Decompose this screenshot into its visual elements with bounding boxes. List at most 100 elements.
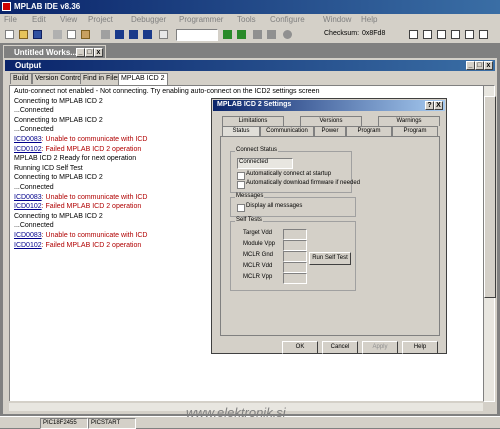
menu-item-file[interactable]: File (4, 15, 17, 24)
help-icon[interactable] (158, 29, 169, 40)
tab-program[interactable]: Program (346, 126, 392, 136)
output-line-text: Running ICD Self Test (14, 164, 83, 172)
menu-item-debugger[interactable]: Debugger (131, 15, 166, 24)
tab-power[interactable]: Power (314, 126, 346, 136)
self-test-label: MCLR Vdd (243, 263, 273, 269)
menu-item-configure[interactable]: Configure (270, 15, 305, 24)
open-icon[interactable] (18, 29, 29, 40)
self-test-label: Module Vpp (243, 241, 276, 247)
auto-download-checkbox[interactable] (237, 181, 245, 189)
error-code-link[interactable]: ICD0083 (14, 136, 42, 143)
output-line-text: MPLAB ICD 2 Ready for next operation (14, 155, 137, 163)
output-line-text: : Failed MPLAB ICD 2 operation (41, 241, 142, 249)
tab-communication[interactable]: Communication (260, 126, 314, 136)
window-close-all-icon[interactable] (478, 29, 489, 40)
self-test-result (283, 229, 307, 240)
window-tile-icon[interactable] (408, 29, 419, 40)
help-button[interactable]: Help (402, 341, 438, 354)
workspace-maximize-button[interactable]: □ (85, 48, 94, 57)
output-minimize-button[interactable]: _ (466, 61, 475, 70)
config-combo[interactable] (176, 29, 218, 41)
paste-icon[interactable] (80, 29, 91, 40)
messages-label: Messages (235, 193, 265, 199)
error-code-link[interactable]: ICD0083 (14, 194, 42, 201)
workspace-window[interactable]: Untitled Works... _ □ x (3, 45, 106, 59)
output-line: MPLAB ICD 2 Ready for next operation (14, 155, 136, 162)
save-icon[interactable] (32, 29, 43, 40)
menu-item-help[interactable]: Help (361, 15, 377, 24)
output-vertical-scrollbar[interactable] (483, 85, 496, 402)
tab-version-control[interactable]: Version Control (32, 73, 86, 84)
tab-limitations[interactable]: Limitations (222, 116, 284, 126)
copy-icon[interactable] (66, 29, 77, 40)
status-programmer: PICSTART (88, 418, 136, 429)
menu-item-view[interactable]: View (60, 15, 77, 24)
self-test-label: MCLR Vpp (243, 274, 273, 280)
new-icon[interactable] (4, 29, 15, 40)
dialog-close-button[interactable]: X (434, 101, 443, 110)
window-prev-icon[interactable] (464, 29, 475, 40)
output-maximize-button[interactable]: □ (475, 61, 484, 70)
self-test-result (283, 251, 307, 262)
build-icon[interactable] (222, 29, 233, 40)
replace-icon[interactable] (142, 29, 153, 40)
error-code-link[interactable]: ICD0083 (14, 232, 42, 239)
display-messages-checkbox[interactable] (237, 204, 245, 212)
tab-program-2[interactable]: Program (392, 126, 438, 136)
error-code-link[interactable]: ICD0102 (14, 146, 42, 153)
window-next-icon[interactable] (450, 29, 461, 40)
output-line: ...Connected (14, 222, 54, 229)
workspace-title-bar[interactable]: Untitled Works... _ □ x (4, 46, 105, 58)
menu-item-programmer[interactable]: Programmer (179, 15, 223, 24)
output-line: ICD0102: Failed MPLAB ICD 2 operation (14, 242, 141, 249)
scroll-thumb[interactable] (484, 96, 496, 298)
find-icon[interactable] (114, 29, 125, 40)
output-line: ...Connected (14, 107, 54, 114)
output-line-text: : Unable to communicate with ICD (41, 136, 148, 143)
status-device: PIC18F2455 (40, 418, 88, 429)
output-line: ...Connected (14, 126, 54, 133)
self-test-result (283, 240, 307, 251)
info-icon[interactable] (282, 29, 293, 40)
dialog-title-bar[interactable]: MPLAB ICD 2 Settings ? X (213, 100, 445, 111)
ok-button[interactable]: OK (282, 341, 318, 354)
output-line-text: Connecting to MPLAB ICD 2 (14, 116, 103, 124)
window-arrange-icon[interactable] (436, 29, 447, 40)
rebuild-icon[interactable] (236, 29, 247, 40)
menu-item-edit[interactable]: Edit (32, 15, 46, 24)
output-title-bar[interactable]: Output _ □ x (5, 60, 495, 71)
status-value: Connected (239, 159, 269, 165)
tab-build[interactable]: Build (10, 73, 32, 84)
output-line: Auto-connect not enabled - Not connectin… (14, 88, 319, 95)
menu-item-window[interactable]: Window (323, 15, 351, 24)
auto-connect-checkbox[interactable] (237, 172, 245, 180)
print-icon[interactable] (100, 29, 111, 40)
tab-warnings[interactable]: Warnings (378, 116, 440, 126)
auto-connect-label: Automatically connect at startup (246, 171, 332, 177)
app-title: MPLAB IDE v8.36 (14, 2, 81, 11)
tab-versions[interactable]: Versions (300, 116, 362, 126)
dialog-help-button[interactable]: ? (425, 101, 434, 110)
tab-status[interactable]: Status (222, 126, 260, 136)
output-line: ICD0102: Failed MPLAB ICD 2 operation (14, 203, 141, 210)
output-line-text: : Unable to communicate with ICD (41, 193, 148, 201)
display-messages-label: Display all messages (246, 203, 303, 209)
workspace-close-button[interactable]: x (94, 48, 103, 57)
workspace-minimize-button[interactable]: _ (76, 48, 85, 57)
read-icon[interactable] (266, 29, 277, 40)
cancel-button[interactable]: Cancel (322, 341, 358, 354)
cut-icon[interactable] (52, 29, 63, 40)
find-next-icon[interactable] (128, 29, 139, 40)
menu-item-project[interactable]: Project (88, 15, 113, 24)
error-code-link[interactable]: ICD0102 (14, 242, 42, 249)
run-self-test-button[interactable]: Run Self Test (309, 252, 351, 265)
tab-mplab-icd2[interactable]: MPLAB ICD 2 (118, 73, 168, 85)
window-cascade-icon[interactable] (422, 29, 433, 40)
status-value-field: Connected (237, 158, 293, 169)
menu-item-tools[interactable]: Tools (237, 15, 256, 24)
output-close-button[interactable]: x (484, 61, 493, 70)
checksum-label: Checksum: (324, 30, 360, 37)
program-icon[interactable] (252, 29, 263, 40)
error-code-link[interactable]: ICD0102 (14, 203, 42, 210)
apply-button[interactable]: Apply (362, 341, 398, 354)
